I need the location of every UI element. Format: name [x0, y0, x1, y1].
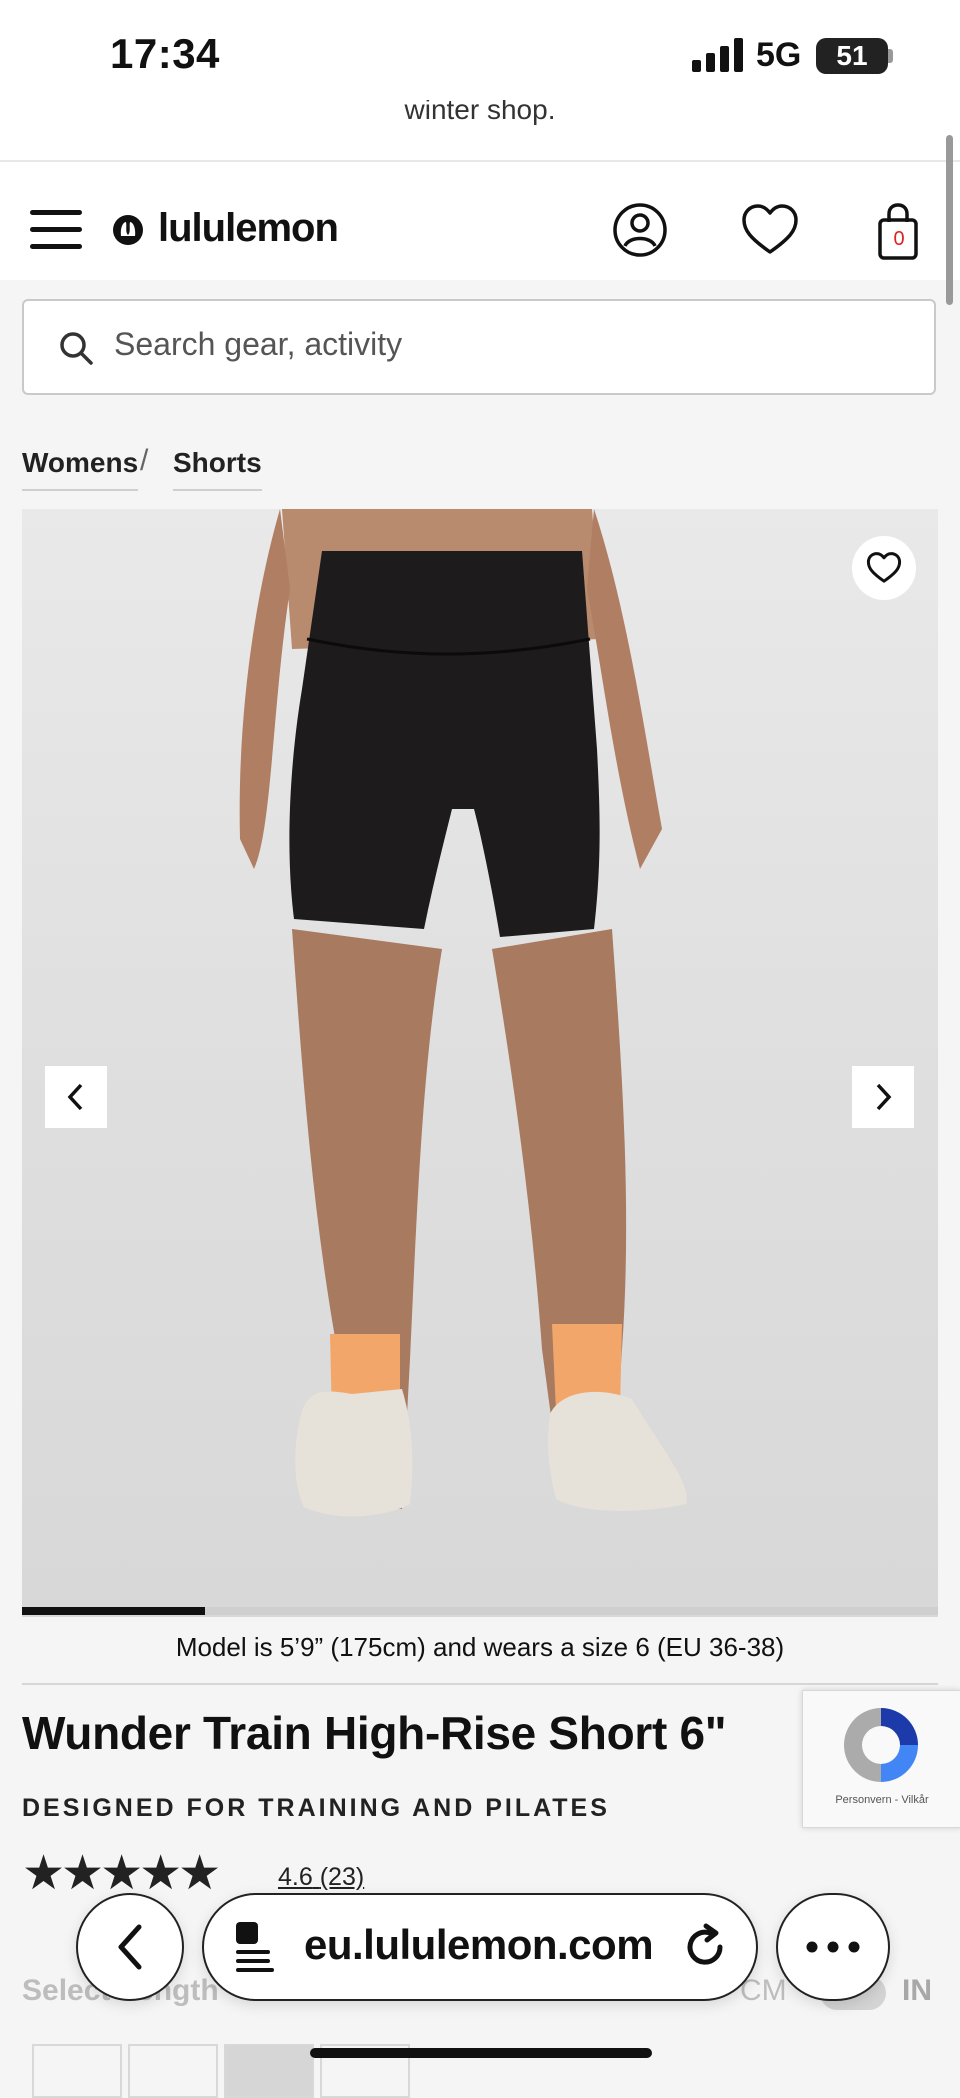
review-count: (23) — [319, 1863, 365, 1891]
recaptcha-links[interactable]: Personvern - Vilkår — [812, 1794, 952, 1806]
length-option[interactable] — [128, 2044, 218, 2098]
page-menu-icon[interactable] — [232, 1918, 278, 1974]
menu-button[interactable] — [30, 210, 82, 250]
lululemon-logo-icon[interactable] — [112, 214, 144, 246]
wishlist-icon[interactable] — [740, 202, 800, 258]
ellipsis-icon — [806, 1941, 860, 1953]
site-header — [0, 162, 960, 280]
rating-stars: ★★★★★ — [22, 1847, 221, 1900]
gallery-progress-fill — [22, 1607, 205, 1615]
model-info: Model is 5’9” (175cm) and wears a size 6… — [175, 1632, 785, 1662]
product-tagline: DESIGNED FOR TRAINING AND PILATES — [22, 1794, 610, 1822]
heart-icon — [866, 552, 902, 583]
status-time: 17:34 — [110, 30, 220, 77]
promo-banner[interactable]: winter shop. — [0, 100, 960, 162]
bag-count: 0 — [893, 228, 905, 250]
chevron-right-icon — [876, 1083, 892, 1111]
network-label: 5G — [756, 36, 802, 74]
breadcrumb-womens[interactable]: Womens — [22, 447, 139, 491]
rating-value: 4.6 — [278, 1863, 313, 1891]
unit-in-label: IN — [902, 1974, 932, 2007]
rating-link[interactable]: 4.6 (23) — [278, 1863, 364, 1892]
promo-text: winter shop. — [404, 100, 556, 125]
chevron-left-icon — [67, 1083, 83, 1111]
battery-tip — [888, 49, 893, 63]
battery-level: 51 — [836, 40, 868, 71]
length-option-selected[interactable] — [224, 2044, 314, 2098]
home-indicator — [310, 2048, 652, 2058]
page-scrollbar[interactable] — [946, 135, 953, 305]
breadcrumb-separator: / — [140, 444, 149, 477]
prev-image-button[interactable] — [45, 1066, 107, 1128]
browser-back-button[interactable] — [76, 1893, 184, 2001]
signal-icon — [692, 38, 743, 72]
length-option[interactable] — [32, 2044, 122, 2098]
search-input[interactable] — [114, 326, 814, 363]
divider — [22, 1683, 938, 1685]
search-icon — [60, 332, 93, 365]
next-image-button[interactable] — [852, 1066, 914, 1128]
product-image[interactable] — [22, 509, 938, 1617]
product-photo-illustration — [239, 509, 687, 1517]
url-text[interactable]: eu.lululemon.com — [304, 1921, 654, 1969]
image-wishlist-button[interactable] — [852, 536, 916, 600]
battery-icon: 51 — [816, 38, 888, 74]
more-options-button[interactable] — [776, 1893, 890, 2001]
breadcrumb-shorts[interactable]: Shorts — [173, 447, 262, 491]
brand-name[interactable]: lululemon — [158, 206, 339, 251]
recaptcha-icon — [844, 1708, 918, 1782]
product-title: Wunder Train High-Rise Short 6" — [22, 1707, 727, 1759]
chevron-left-icon — [118, 1924, 142, 1970]
account-icon[interactable] — [612, 202, 668, 258]
reload-icon[interactable] — [680, 1922, 730, 1972]
